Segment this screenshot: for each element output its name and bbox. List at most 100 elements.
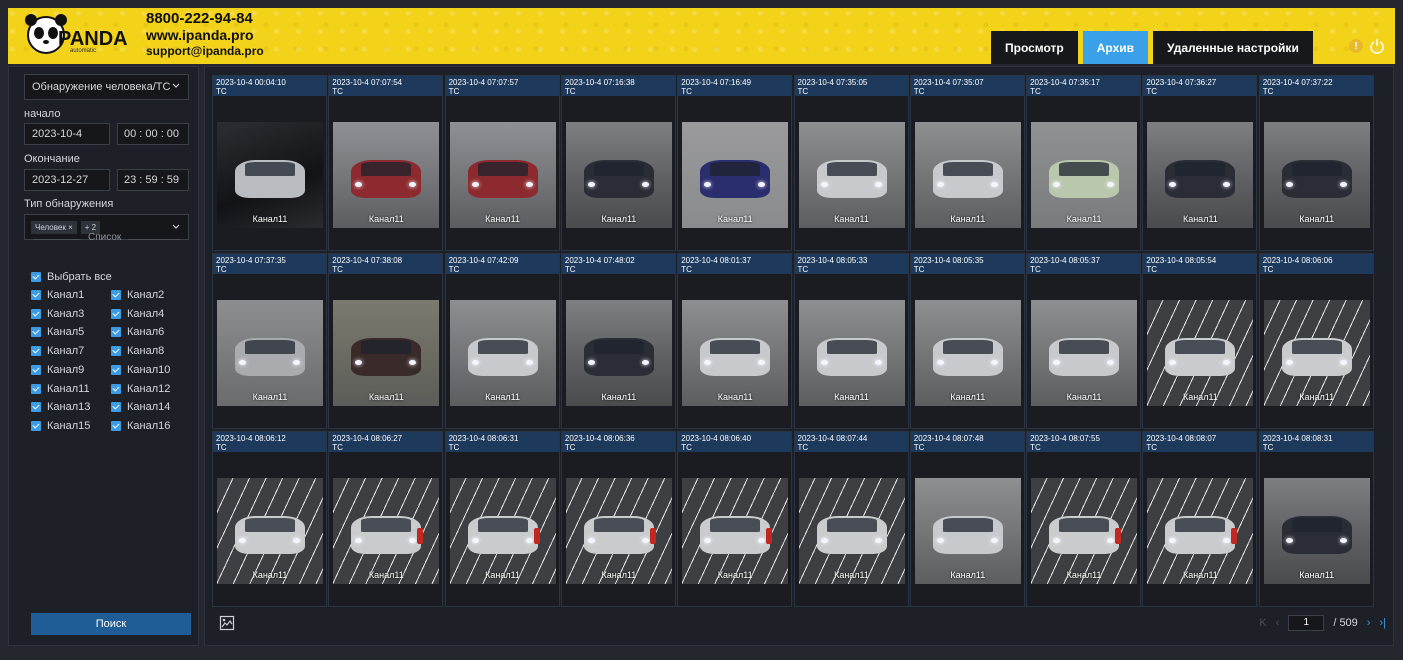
result-thumbnail: Канал11 <box>1263 122 1370 228</box>
result-tile[interactable]: 2023-10-4 08:06:06 ТС Канал11 <box>1258 253 1374 429</box>
channel-checkbox[interactable]: Канал8 <box>111 345 164 357</box>
car-headlight <box>525 538 533 543</box>
result-tile[interactable]: 2023-10-4 08:08:07 ТС Канал11 <box>1142 431 1258 607</box>
image-export-icon[interactable] <box>219 615 235 631</box>
channel-checkbox[interactable]: Канал4 <box>111 308 164 320</box>
channel-checkbox[interactable]: Канал9 <box>31 364 84 376</box>
result-time: 2023-10-4 07:35:05 <box>797 78 868 87</box>
channel-checkbox[interactable]: Канал13 <box>31 401 90 413</box>
result-tile[interactable]: 2023-10-4 08:06:27 ТС Канал11 <box>328 431 444 607</box>
result-tile[interactable]: 2023-10-4 08:06:40 ТС Канал11 <box>677 431 793 607</box>
result-tile[interactable]: 2023-10-4 08:05:33 ТС Канал11 <box>793 253 909 429</box>
result-tile[interactable]: 2023-10-4 07:07:57 ТС Канал11 <box>444 75 560 251</box>
result-channel: Канал11 <box>1066 214 1102 224</box>
channel-checkbox[interactable]: Канал10 <box>111 364 170 376</box>
car-headlight <box>936 360 944 365</box>
result-channel: Канал11 <box>368 214 404 224</box>
channel-checkbox[interactable]: Канал14 <box>111 401 170 413</box>
result-tile[interactable]: 2023-10-4 00:04:10 ТС Канал11 <box>212 75 327 251</box>
car-headlight <box>874 360 882 365</box>
channel-checkbox[interactable]: Канал16 <box>111 420 170 432</box>
tab-archive[interactable]: Архив <box>1082 31 1149 64</box>
channel-checkbox[interactable]: Канал3 <box>31 308 84 320</box>
start-date-field[interactable]: 2023-10-4 <box>24 123 110 145</box>
car-headlight <box>1285 182 1293 187</box>
result-thumbnail: Канал11 <box>914 300 1021 406</box>
result-type: ТС <box>332 443 343 452</box>
detection-mode-select[interactable]: Обнаружение человека/ТС <box>24 74 189 100</box>
end-time-field[interactable]: 23 : 59 : 59 <box>117 169 189 191</box>
result-tile[interactable]: 2023-10-4 07:37:22 ТС Канал11 <box>1258 75 1374 251</box>
result-type: ТС <box>797 87 809 96</box>
start-time-field[interactable]: 00 : 00 : 00 <box>117 123 189 145</box>
result-channel: Канал11 <box>485 570 520 580</box>
result-tile[interactable]: 2023-10-4 08:07:48 ТС Канал11 <box>909 431 1025 607</box>
result-thumbnail: Канал11 <box>333 478 440 584</box>
result-tile[interactable]: 2023-10-4 07:35:07 ТС Канал11 <box>909 75 1025 251</box>
result-header: 2023-10-4 08:05:33 ТС <box>794 254 908 274</box>
channel-checkbox[interactable]: Канал11 <box>31 383 90 395</box>
result-channel: Канал11 <box>1299 570 1335 580</box>
car-snapshot <box>333 478 440 584</box>
channel-checkbox[interactable]: Канал15 <box>31 420 90 432</box>
result-channel: Канал11 <box>834 570 869 580</box>
end-date-field[interactable]: 2023-12-27 <box>24 169 110 191</box>
result-tile[interactable]: 2023-10-4 08:06:12 ТС Канал11 <box>212 431 327 607</box>
prev-page-icon[interactable]: ‹ <box>1276 617 1280 629</box>
channel-checkbox[interactable]: Канал6 <box>111 326 164 338</box>
car-headlight <box>525 360 533 365</box>
channel-checkbox[interactable]: Канал7 <box>31 345 84 357</box>
result-tile[interactable]: 2023-10-4 07:42:09 ТС Канал11 <box>444 253 560 429</box>
result-tile[interactable]: 2023-10-4 07:35:17 ТС Канал11 <box>1026 75 1142 251</box>
car-window <box>245 162 295 176</box>
result-time: 2023-10-4 08:08:31 <box>1262 434 1333 443</box>
car-window <box>245 518 295 532</box>
checkbox-checked-icon <box>111 308 121 319</box>
tab-remote-settings[interactable]: Удаленные настройки <box>1153 31 1313 64</box>
result-tile[interactable]: 2023-10-4 07:48:02 ТС Канал11 <box>560 253 676 429</box>
result-tile[interactable]: 2023-10-4 08:05:54 ТС Канал11 <box>1142 253 1258 429</box>
warning-icon[interactable]: ! <box>1349 39 1363 53</box>
result-tile[interactable]: 2023-10-4 07:37:35 ТС Канал11 <box>212 253 327 429</box>
channel-checkbox[interactable]: Канал5 <box>31 326 84 338</box>
select-all-checkbox[interactable]: Выбрать все <box>31 271 112 283</box>
checkbox-checked-icon <box>111 420 121 431</box>
channel-checkbox[interactable]: Канал2 <box>111 289 164 301</box>
result-type: ТС <box>1146 87 1158 96</box>
result-tile[interactable]: 2023-10-4 07:38:08 ТС Канал11 <box>328 253 444 429</box>
result-type: ТС <box>681 443 692 452</box>
result-tile[interactable]: 2023-10-4 08:06:31 ТС Канал11 <box>444 431 560 607</box>
result-tile[interactable]: 2023-10-4 08:05:35 ТС Канал11 <box>909 253 1025 429</box>
checkbox-checked-icon <box>31 308 41 319</box>
result-tile[interactable]: 2023-10-4 07:16:38 ТС Канал11 <box>560 75 676 251</box>
car-window <box>710 340 761 354</box>
tag-person[interactable]: Человек × <box>31 220 77 234</box>
result-tile[interactable]: 2023-10-4 07:16:49 ТС Канал11 <box>677 75 793 251</box>
support-email: support@ipanda.pro <box>146 44 264 58</box>
page-input[interactable]: 1 <box>1288 615 1325 631</box>
car-headlight <box>239 538 246 543</box>
channel-checkbox[interactable]: Канал1 <box>31 289 84 301</box>
result-tile[interactable]: 2023-10-4 07:07:54 ТС Канал11 <box>328 75 444 251</box>
result-tile[interactable]: 2023-10-4 08:05:37 ТС Канал11 <box>1026 253 1142 429</box>
result-tile[interactable]: 2023-10-4 08:08:31 ТС Канал11 <box>1258 431 1374 607</box>
result-tile[interactable]: 2023-10-4 08:01:37 ТС Канал11 <box>677 253 793 429</box>
search-button[interactable]: Поиск <box>31 613 191 635</box>
result-thumbnail: Канал11 <box>449 300 556 406</box>
result-tile[interactable]: 2023-10-4 08:07:55 ТС Канал11 <box>1026 431 1142 607</box>
next-page-icon[interactable]: › <box>1367 617 1371 629</box>
car-snapshot <box>1031 122 1138 228</box>
result-time: 2023-10-4 08:06:31 <box>448 434 519 443</box>
result-tile[interactable]: 2023-10-4 07:35:05 ТС Канал11 <box>793 75 909 251</box>
result-tile[interactable]: 2023-10-4 07:36:27 ТС Канал11 <box>1142 75 1258 251</box>
power-icon[interactable] <box>1369 38 1385 54</box>
first-page-icon[interactable]: K <box>1259 617 1266 629</box>
channel-checkbox[interactable]: Канал12 <box>111 383 170 395</box>
tab-live-view[interactable]: Просмотр <box>991 31 1078 64</box>
result-tile[interactable]: 2023-10-4 08:07:44 ТС Канал11 <box>793 431 909 607</box>
result-type: ТС <box>1262 443 1274 452</box>
result-tile[interactable]: 2023-10-4 08:06:36 ТС Канал11 <box>560 431 676 607</box>
last-page-icon[interactable]: ›| <box>1379 617 1386 629</box>
result-thumbnail: Канал11 <box>798 478 905 584</box>
tag-person-label: Человек <box>35 222 66 232</box>
